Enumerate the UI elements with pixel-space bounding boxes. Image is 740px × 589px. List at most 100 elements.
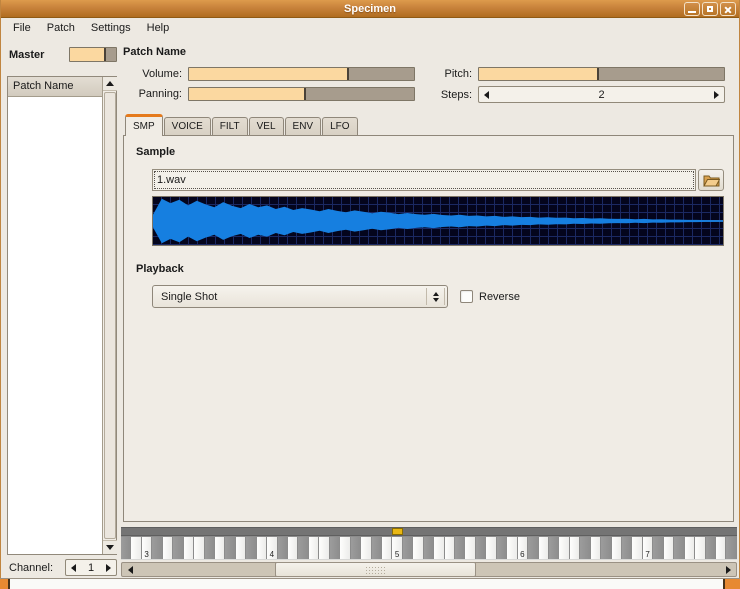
minimize-button[interactable] <box>684 2 700 16</box>
piano-key[interactable] <box>173 537 183 559</box>
piano-key[interactable] <box>726 537 736 559</box>
tab-filt[interactable]: FILT <box>212 117 248 135</box>
sample-file-entry[interactable]: 1.wav <box>152 169 696 191</box>
menu-file[interactable]: File <box>5 19 39 37</box>
piano-key[interactable]: 3 <box>142 537 152 559</box>
spin-left-icon[interactable] <box>71 564 76 572</box>
piano-key[interactable] <box>330 537 340 559</box>
spin-right-icon[interactable] <box>106 564 111 572</box>
steps-spinner[interactable]: 2 <box>478 86 725 103</box>
piano-key[interactable] <box>497 537 507 559</box>
piano-key[interactable] <box>340 537 350 559</box>
tab-voice[interactable]: VOICE <box>164 117 211 135</box>
piano-key[interactable] <box>528 537 538 559</box>
piano-key[interactable] <box>152 537 162 559</box>
piano-key[interactable] <box>632 537 642 559</box>
piano-key[interactable] <box>580 537 590 559</box>
piano-key[interactable] <box>131 537 141 559</box>
titlebar[interactable]: Specimen <box>1 0 739 18</box>
piano-key[interactable] <box>194 537 204 559</box>
piano-key[interactable] <box>205 537 215 559</box>
patch-list-scrollbar[interactable] <box>102 77 116 554</box>
piano-key[interactable] <box>695 537 705 559</box>
tab-smp[interactable]: SMP <box>125 114 163 136</box>
piano-key[interactable] <box>298 537 308 559</box>
piano-key[interactable] <box>424 537 434 559</box>
tab-vel[interactable]: VEL <box>249 117 284 135</box>
scrollbar-thumb[interactable] <box>275 562 476 577</box>
reverse-checkbox[interactable] <box>460 290 473 303</box>
piano-key[interactable] <box>486 537 496 559</box>
piano-key[interactable]: 5 <box>392 537 402 559</box>
scroll-down-button[interactable] <box>103 540 117 554</box>
spin-left-icon[interactable] <box>484 91 489 99</box>
piano-key[interactable] <box>664 537 674 559</box>
menu-help[interactable]: Help <box>139 19 178 37</box>
pitch-slider[interactable] <box>478 67 725 81</box>
piano-key[interactable] <box>246 537 256 559</box>
piano-key[interactable] <box>476 537 486 559</box>
piano-key[interactable] <box>507 537 517 559</box>
piano-key[interactable] <box>539 537 549 559</box>
scroll-up-button[interactable] <box>103 77 117 91</box>
piano-key[interactable]: 4 <box>267 537 277 559</box>
spin-right-icon[interactable] <box>714 91 719 99</box>
volume-slider[interactable] <box>188 67 415 81</box>
piano-key[interactable] <box>257 537 267 559</box>
master-volume-slider[interactable] <box>69 47 117 62</box>
piano-key[interactable] <box>184 537 194 559</box>
piano-key[interactable] <box>601 537 611 559</box>
piano-key[interactable] <box>351 537 361 559</box>
midi-keyboard[interactable]: 3 4 5 6 7 <box>121 527 737 560</box>
panning-slider[interactable] <box>188 87 415 101</box>
piano-key[interactable] <box>382 537 392 559</box>
piano-key[interactable] <box>465 537 475 559</box>
piano-key[interactable] <box>549 537 559 559</box>
piano-key[interactable] <box>121 537 131 559</box>
piano-key[interactable] <box>622 537 632 559</box>
piano-key[interactable] <box>434 537 444 559</box>
open-file-button[interactable] <box>698 169 724 191</box>
piano-key[interactable] <box>225 537 235 559</box>
playback-mode-select[interactable]: Single Shot <box>152 285 448 308</box>
close-button[interactable] <box>720 2 736 16</box>
tab-lfo[interactable]: LFO <box>322 117 357 135</box>
keyboard-scrollbar[interactable] <box>121 562 737 577</box>
piano-key[interactable] <box>403 537 413 559</box>
piano-key[interactable] <box>674 537 684 559</box>
piano-key[interactable] <box>445 537 455 559</box>
scroll-thumb[interactable] <box>104 92 116 539</box>
piano-key[interactable] <box>319 537 329 559</box>
piano-key[interactable] <box>278 537 288 559</box>
piano-key[interactable] <box>288 537 298 559</box>
piano-key[interactable] <box>455 537 465 559</box>
channel-spinner[interactable]: 1 <box>65 559 117 576</box>
scroll-left-button[interactable] <box>122 563 138 576</box>
piano-key[interactable] <box>612 537 622 559</box>
piano-key[interactable]: 6 <box>518 537 528 559</box>
piano-key[interactable] <box>706 537 716 559</box>
patch-list-body[interactable] <box>8 97 102 554</box>
piano-key[interactable] <box>413 537 423 559</box>
piano-key[interactable] <box>361 537 371 559</box>
piano-key[interactable] <box>215 537 225 559</box>
piano-key[interactable] <box>309 537 319 559</box>
scrollbar-trough[interactable] <box>138 563 720 576</box>
piano-key[interactable] <box>236 537 246 559</box>
maximize-button[interactable] <box>702 2 718 16</box>
piano-key[interactable] <box>685 537 695 559</box>
piano-key[interactable] <box>716 537 726 559</box>
tab-env[interactable]: ENV <box>285 117 322 135</box>
piano-key[interactable] <box>653 537 663 559</box>
piano-key[interactable] <box>559 537 569 559</box>
menu-patch[interactable]: Patch <box>39 19 83 37</box>
scroll-right-button[interactable] <box>720 563 736 576</box>
patch-list-header[interactable]: Patch Name <box>8 77 102 97</box>
patch-list[interactable]: Patch Name <box>7 76 117 555</box>
piano-key[interactable] <box>591 537 601 559</box>
menu-settings[interactable]: Settings <box>83 19 139 37</box>
root-note-indicator[interactable] <box>392 528 402 535</box>
piano-key[interactable] <box>570 537 580 559</box>
piano-key[interactable] <box>372 537 382 559</box>
piano-key[interactable]: 7 <box>643 537 653 559</box>
